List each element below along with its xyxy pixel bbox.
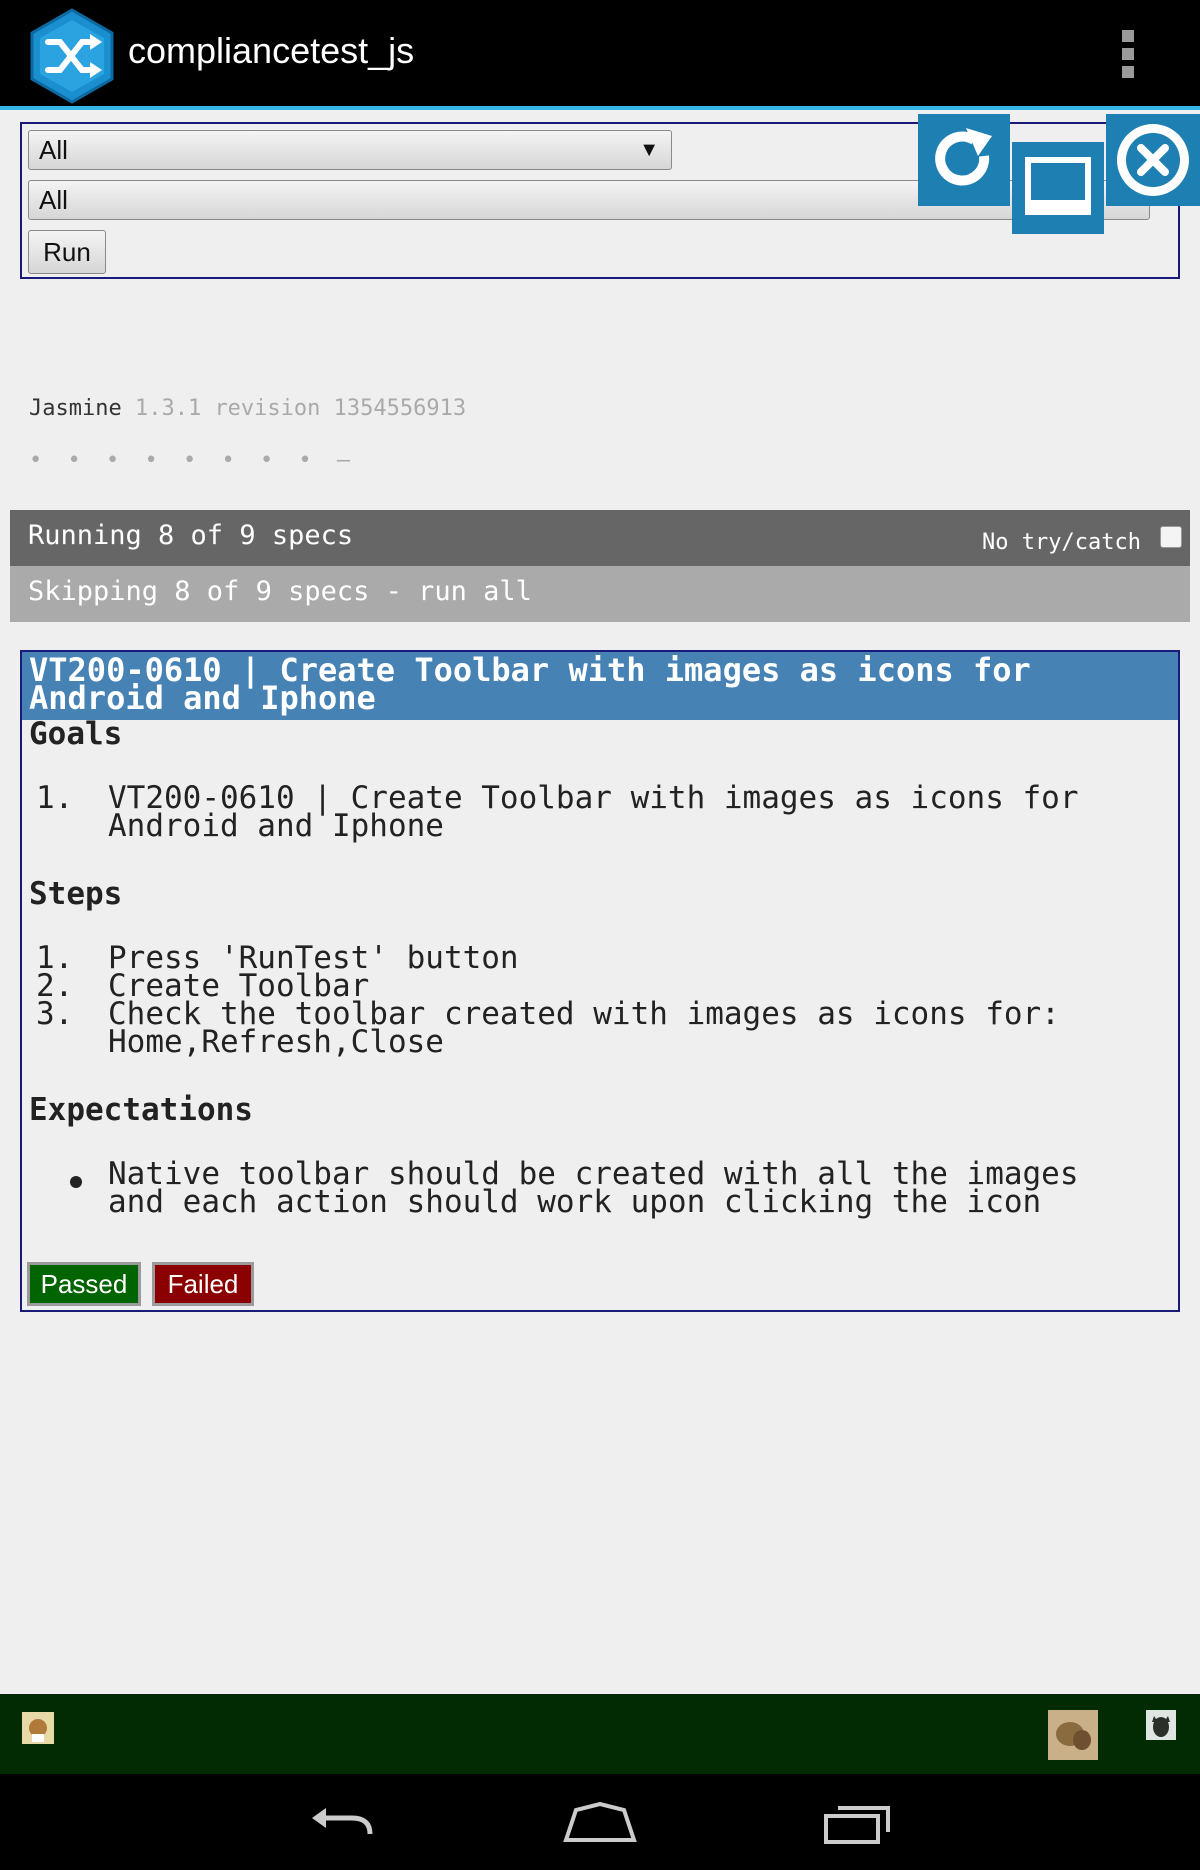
step-number: 3.: [36, 996, 74, 1032]
skipping-bar[interactable]: Skipping 8 of 9 specs - run all: [10, 566, 1190, 622]
no-try-catch-label: No try/catch: [982, 530, 1141, 555]
jasmine-version-number: 1.3.1 revision 1354556913: [134, 396, 467, 421]
home-icon[interactable]: [1012, 142, 1104, 234]
refresh-icon[interactable]: [918, 114, 1010, 206]
running-specs-text: Running 8 of 9 specs: [28, 520, 354, 551]
expectation-text-cont: and each action should work upon clickin…: [108, 1184, 1042, 1220]
run-button[interactable]: Run: [28, 230, 106, 274]
bottom-app-bar: [0, 1694, 1200, 1774]
suite-select-value: All: [39, 135, 68, 165]
running-bar: Running 8 of 9 specs No try/catch: [10, 510, 1190, 566]
spec-select-value: All: [39, 185, 68, 215]
goal-number: 1.: [36, 780, 74, 816]
steps-title: Steps: [29, 876, 123, 912]
bullet-icon: [70, 1176, 82, 1188]
close-icon[interactable]: [1106, 114, 1200, 206]
recent-apps-icon[interactable]: [824, 1804, 892, 1844]
step-text-cont: Home,Refresh,Close: [108, 1024, 444, 1060]
no-try-catch-checkbox[interactable]: [1160, 526, 1182, 548]
home-nav-icon[interactable]: [562, 1801, 638, 1844]
suite-select[interactable]: All ▼: [28, 130, 672, 170]
expectations-title: Expectations: [29, 1092, 253, 1128]
overflow-menu-icon[interactable]: [1122, 30, 1136, 80]
test-heading: VT200-0610 | Create Toolbar with images …: [22, 652, 1178, 720]
photo-image-icon[interactable]: [1048, 1710, 1098, 1760]
dropdown-arrow-icon: ▼: [639, 139, 659, 161]
shuffle-logo-icon: [28, 8, 116, 104]
test-description: VT200-0610 | Create Toolbar with images …: [20, 650, 1180, 1312]
bell-cat-image-icon[interactable]: [22, 1712, 54, 1744]
skipping-specs-link[interactable]: Skipping 8 of 9 specs - run all: [28, 576, 532, 607]
jasmine-version: Jasmine 1.3.1 revision 1354556913: [29, 396, 466, 421]
spec-progress-dots: • • • • • • • • –: [29, 448, 357, 473]
failed-button[interactable]: Failed: [152, 1262, 254, 1306]
app-title: compliancetest_js: [128, 30, 415, 71]
goal-text-cont: Android and Iphone: [108, 808, 444, 844]
action-bar: compliancetest_js: [0, 0, 1200, 110]
passed-button[interactable]: Passed: [27, 1262, 141, 1306]
jasmine-title: Jasmine: [29, 396, 122, 421]
back-icon[interactable]: [308, 1804, 378, 1844]
cat-image-icon[interactable]: [1146, 1710, 1176, 1740]
system-navigation-bar: [0, 1774, 1200, 1870]
goals-title: Goals: [29, 716, 123, 752]
